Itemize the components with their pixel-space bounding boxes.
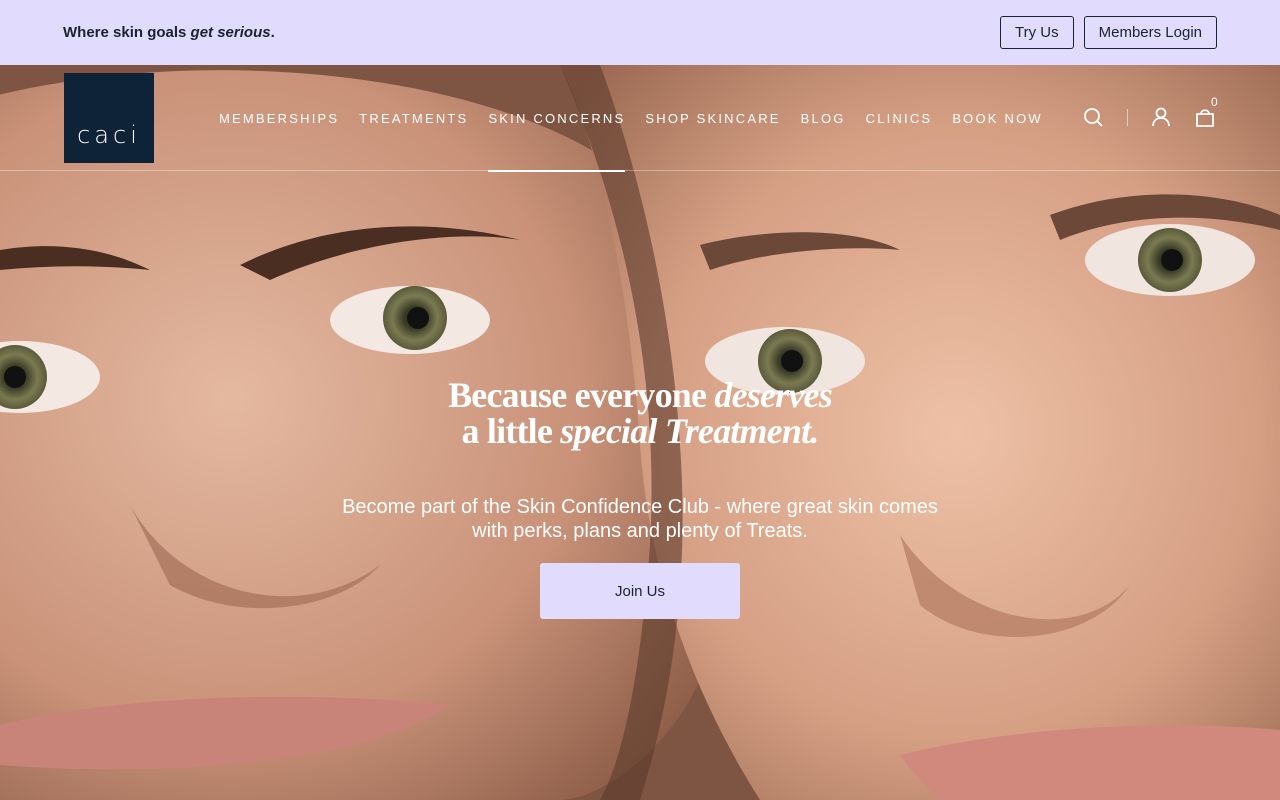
try-us-button[interactable]: Try Us (1000, 16, 1074, 49)
main-nav: MEMBERSHIPS TREATMENTS SKIN CONCERNS SHO… (209, 65, 1053, 172)
site-header: caci MEMBERSHIPS TREATMENTS SKIN CONCERN… (0, 65, 1280, 172)
header-icon-divider (1127, 109, 1128, 126)
promo-text: Where skin goals get serious. (63, 24, 275, 41)
hero-heading-line2-regular: a little (461, 411, 561, 451)
promo-text-emphasis: get serious (190, 24, 271, 41)
nav-item-book-now[interactable]: BOOK NOW (942, 65, 1053, 171)
cart-count-badge: 0 (1211, 95, 1218, 109)
logo-text: caci (77, 121, 141, 149)
search-icon[interactable] (1082, 106, 1104, 128)
nav-item-shop-skincare[interactable]: SHOP SKINCARE (635, 65, 790, 171)
promo-bar: Where skin goals get serious. Try Us Mem… (0, 0, 1280, 65)
hero-heading: Because everyone deserves a little speci… (0, 377, 1280, 449)
hero-subtext: Become part of the Skin Confidence Club … (342, 496, 938, 542)
caci-logo[interactable]: caci (64, 73, 154, 163)
nav-item-treatments[interactable]: TREATMENTS (349, 65, 478, 171)
promo-text-suffix: . (270, 24, 275, 41)
hero-heading-line1-regular: Because everyone (448, 375, 715, 415)
promo-text-prefix: Where skin goals (63, 24, 191, 41)
hero-heading-line1-italic: deserves (714, 375, 832, 415)
nav-item-blog[interactable]: BLOG (791, 65, 856, 171)
members-login-button[interactable]: Members Login (1083, 16, 1217, 49)
account-icon[interactable] (1150, 106, 1172, 128)
hero-heading-line2-italic: special Treatment. (560, 411, 819, 451)
nav-item-skin-concerns[interactable]: SKIN CONCERNS (478, 65, 635, 172)
promo-actions: Try Us Members Login (1000, 16, 1217, 49)
nav-item-clinics[interactable]: CLINICS (856, 65, 943, 171)
cart-icon[interactable] (1194, 106, 1216, 128)
join-us-button[interactable]: Join Us (540, 563, 740, 619)
nav-item-memberships[interactable]: MEMBERSHIPS (209, 65, 349, 171)
